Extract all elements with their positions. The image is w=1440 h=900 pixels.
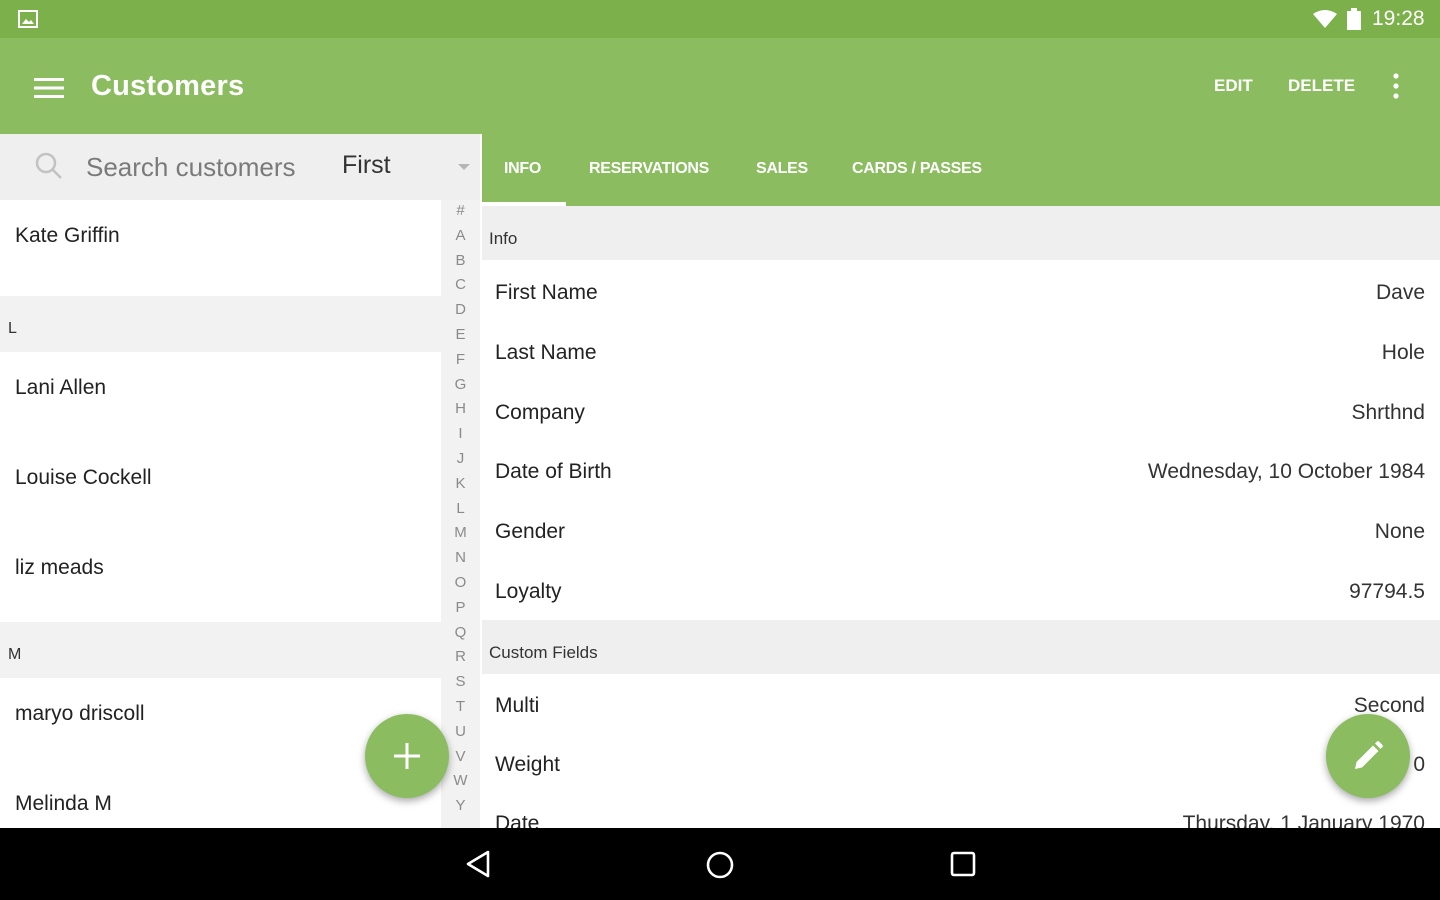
- alphabet-index-letter[interactable]: K: [441, 475, 480, 492]
- customer-name: liz meads: [15, 556, 104, 579]
- alphabet-index-letter[interactable]: O: [441, 574, 480, 591]
- app-bar: Customers EDIT DELETE: [0, 38, 1440, 134]
- list-item[interactable]: Louise Cockell: [0, 442, 441, 532]
- detail-row-first-name: First Name Dave: [482, 281, 1440, 341]
- plus-icon: [394, 743, 420, 769]
- field-label: Weight: [495, 753, 560, 776]
- tab-reservations[interactable]: RESERVATIONS: [589, 160, 709, 178]
- list-item[interactable]: liz meads: [0, 532, 441, 622]
- tab-info[interactable]: INFO: [504, 160, 541, 178]
- customer-name: maryo driscoll: [15, 702, 145, 725]
- alphabet-index-letter[interactable]: H: [441, 400, 480, 417]
- alphabet-index-letter[interactable]: S: [441, 673, 480, 690]
- field-label: Date: [495, 812, 540, 828]
- alphabet-index-letter[interactable]: F: [441, 351, 480, 368]
- field-value: Dave: [1375, 281, 1425, 304]
- list-item[interactable]: Kate Griffin: [0, 200, 441, 296]
- back-icon[interactable]: [465, 850, 491, 878]
- system-nav-bar: [0, 828, 1440, 900]
- hamburger-menu-icon[interactable]: [34, 78, 64, 98]
- alphabet-index-letter[interactable]: J: [441, 450, 480, 467]
- section-header-custom-fields: Custom Fields: [482, 620, 1440, 674]
- detail-row-weight: Weight 0: [482, 753, 1440, 813]
- field-value: Hole: [1381, 341, 1425, 364]
- alphabet-index-letter[interactable]: I: [441, 425, 480, 442]
- customer-name: Louise Cockell: [15, 466, 152, 489]
- recents-icon[interactable]: [950, 851, 976, 877]
- section-header: M: [0, 622, 441, 678]
- detail-row-last-name: Last Name Hole: [482, 341, 1440, 401]
- field-value: Wednesday, 10 October 1984: [1147, 460, 1425, 483]
- alphabet-index-letter[interactable]: #: [441, 202, 480, 219]
- detail-row-company: Company Shrthnd: [482, 401, 1440, 461]
- alphabet-index-letter[interactable]: A: [441, 227, 480, 244]
- alphabet-index-letter[interactable]: P: [441, 599, 480, 616]
- detail-tab-bar: INFO RESERVATIONS SALES CARDS / PASSES: [482, 134, 1440, 206]
- detail-row-date: Date Thursday, 1 January 1970: [482, 812, 1440, 828]
- field-value: Shrthnd: [1351, 401, 1425, 424]
- edit-customer-button[interactable]: [1326, 714, 1410, 798]
- alphabet-index[interactable]: # A B C D E F G H I J K L M N O P Q R S T U V W Y: [441, 200, 480, 828]
- alphabet-index-letter[interactable]: U: [441, 723, 480, 740]
- detail-row-multi: Multi Second: [482, 694, 1440, 754]
- alphabet-index-letter[interactable]: C: [441, 276, 480, 293]
- alphabet-index-letter[interactable]: G: [441, 376, 480, 393]
- edit-button[interactable]: EDIT: [1214, 76, 1253, 96]
- detail-row-gender: Gender None: [482, 520, 1440, 580]
- tab-sales[interactable]: SALES: [756, 160, 808, 178]
- field-label: Last Name: [495, 341, 597, 364]
- field-label: Loyalty: [495, 580, 562, 603]
- status-bar: 19:28: [0, 0, 1440, 38]
- field-value: 97794.5: [1349, 580, 1425, 603]
- alphabet-index-letter[interactable]: T: [441, 698, 480, 715]
- field-label: Multi: [495, 694, 540, 717]
- search-icon: [35, 152, 62, 179]
- gallery-icon: [18, 10, 38, 28]
- add-customer-button[interactable]: [365, 714, 449, 798]
- section-letter: L: [8, 320, 17, 337]
- home-icon[interactable]: [705, 850, 735, 880]
- customer-name: Melinda M: [15, 792, 112, 815]
- pencil-icon: [1355, 741, 1383, 769]
- alphabet-index-letter[interactable]: L: [441, 500, 480, 517]
- dropdown-arrow-icon[interactable]: [458, 164, 470, 170]
- tab-cards-passes[interactable]: CARDS / PASSES: [852, 160, 982, 178]
- customer-detail-panel: Info First Name Dave Last Name Hole Comp…: [482, 206, 1440, 828]
- detail-row-date-of-birth: Date of Birth Wednesday, 10 October 1984: [482, 460, 1440, 520]
- list-item[interactable]: Lani Allen: [0, 352, 441, 442]
- field-value: Thursday, 1 January 1970: [1182, 812, 1425, 828]
- alphabet-index-letter[interactable]: D: [441, 301, 480, 318]
- field-label: Date of Birth: [495, 460, 612, 483]
- customer-name: Lani Allen: [15, 376, 107, 399]
- alphabet-index-letter[interactable]: E: [441, 326, 480, 343]
- section-title: Info: [489, 229, 518, 248]
- field-label: Company: [495, 401, 585, 424]
- customer-name: Kate Griffin: [15, 224, 120, 247]
- status-clock: 19:28: [1372, 7, 1425, 30]
- section-letter: M: [8, 646, 22, 663]
- section-header-info: Info: [482, 206, 1440, 260]
- alphabet-index-letter[interactable]: R: [441, 648, 480, 665]
- field-label: Gender: [495, 520, 566, 543]
- wifi-icon: [1313, 10, 1337, 28]
- delete-button[interactable]: DELETE: [1288, 76, 1355, 96]
- field-value: None: [1374, 520, 1425, 543]
- alphabet-index-letter[interactable]: Q: [441, 624, 480, 641]
- search-bar: First: [0, 134, 480, 200]
- alphabet-index-letter[interactable]: N: [441, 549, 480, 566]
- field-value: 0: [1413, 753, 1425, 776]
- alphabet-index-letter[interactable]: W: [441, 772, 480, 789]
- field-label: First Name: [495, 281, 598, 304]
- battery-icon: [1347, 8, 1361, 30]
- section-title: Custom Fields: [489, 643, 598, 662]
- sort-dropdown[interactable]: First: [342, 151, 391, 180]
- page-title: Customers: [91, 70, 245, 102]
- alphabet-index-letter[interactable]: Y: [441, 797, 480, 814]
- section-header: L: [0, 296, 441, 352]
- more-vert-icon[interactable]: [1388, 72, 1404, 100]
- alphabet-index-letter[interactable]: B: [441, 252, 480, 269]
- search-input[interactable]: [86, 149, 316, 185]
- alphabet-index-letter[interactable]: M: [441, 524, 480, 541]
